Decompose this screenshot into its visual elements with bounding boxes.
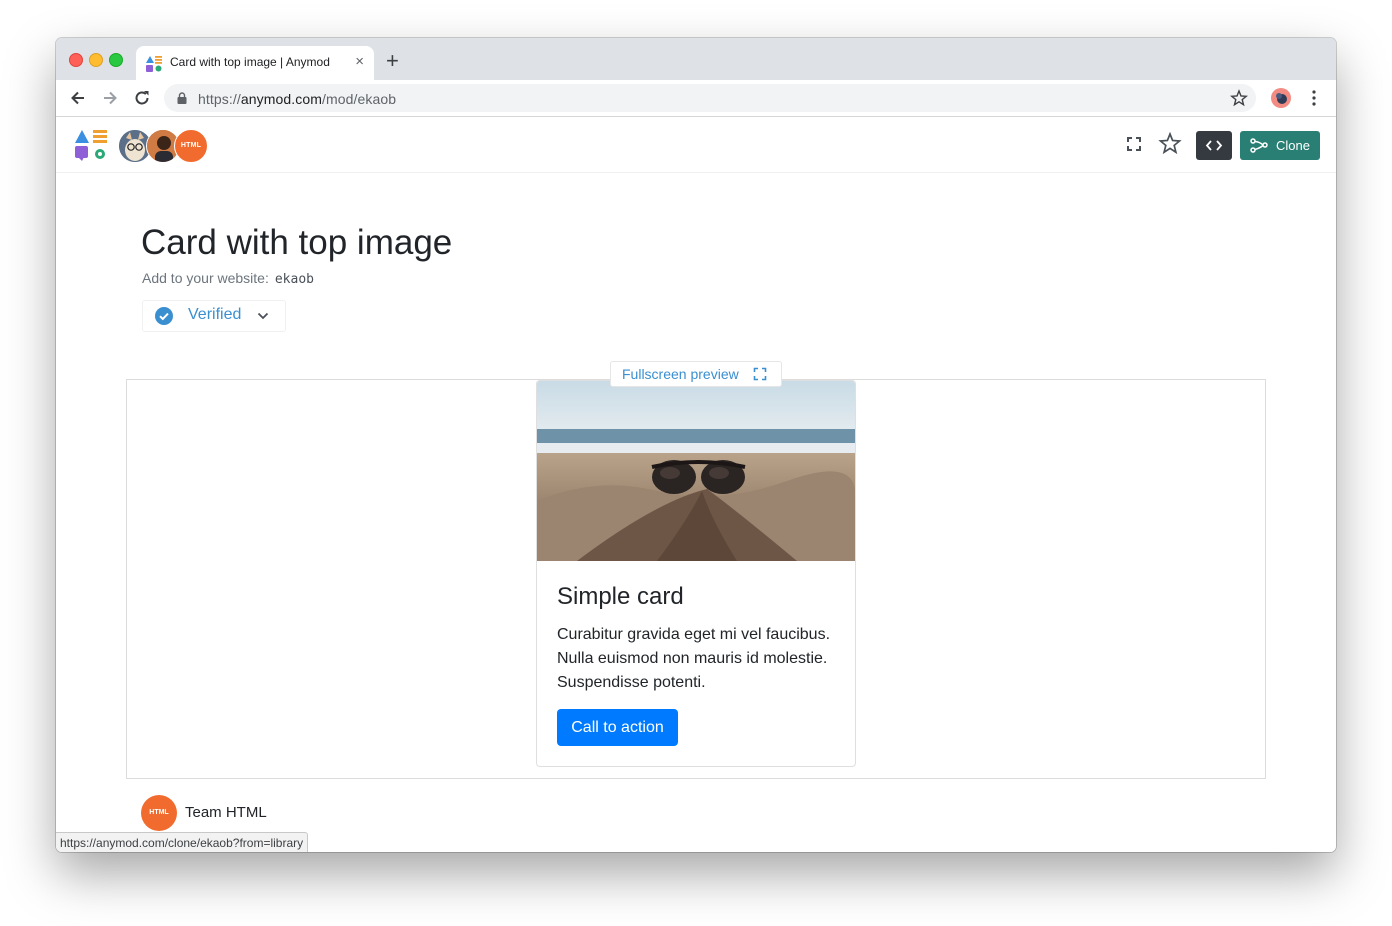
tab-title: Card with top image | Anymod (170, 55, 330, 69)
avatar-html[interactable]: HTML (174, 129, 208, 163)
profile-avatar[interactable] (1271, 88, 1291, 108)
browser-toolbar: https://anymod.com/mod/ekaob (56, 80, 1336, 117)
embed-label: Add to your website: (142, 270, 269, 286)
card-title: Simple card (557, 583, 684, 610)
fullscreen-icon[interactable] (1121, 131, 1147, 157)
close-window-button[interactable] (69, 53, 83, 67)
minimize-window-button[interactable] (89, 53, 103, 67)
simple-card: Simple card Curabitur gravida eget mi ve… (536, 380, 856, 767)
maximize-window-button[interactable] (109, 53, 123, 67)
browser-menu-icon[interactable] (1308, 88, 1320, 108)
clone-icon (1250, 138, 1268, 153)
verified-label: Verified (188, 306, 242, 323)
app-header: HTML Clone (56, 117, 1336, 173)
star-icon[interactable] (1157, 131, 1183, 157)
call-to-action-button[interactable]: Call to action (557, 709, 678, 746)
back-arrow-icon[interactable] (68, 88, 88, 108)
browser-tab[interactable]: Card with top image | Anymod × (136, 46, 374, 80)
bookmark-star-icon[interactable] (1230, 89, 1248, 107)
team-avatar: HTML (141, 795, 177, 831)
verified-dropdown[interactable]: Verified (142, 300, 286, 332)
clone-button[interactable]: Clone (1240, 131, 1320, 160)
new-tab-button[interactable]: + (386, 50, 399, 72)
code-icon (1205, 140, 1223, 151)
verified-check-icon (155, 307, 173, 325)
card-text: Curabitur gravida eget mi vel faucibus. … (557, 626, 831, 691)
contributor-avatars: HTML (118, 129, 212, 163)
chevron-down-icon (257, 312, 269, 320)
status-bar-url: https://anymod.com/clone/ekaob?from=libr… (56, 832, 309, 852)
page-title: Card with top image (141, 223, 453, 262)
page-content: HTML Clone Card with top image Add to yo… (56, 117, 1336, 852)
fullscreen-preview-label: Fullscreen preview (622, 366, 739, 382)
expand-icon (753, 367, 767, 381)
browser-window: Card with top image | Anymod × + https:/… (56, 38, 1336, 852)
anymod-logo-icon[interactable] (74, 129, 108, 161)
team-name: Team HTML (185, 804, 267, 821)
tab-close-icon[interactable]: × (355, 53, 364, 71)
reload-icon[interactable] (132, 88, 152, 108)
code-button[interactable] (1196, 131, 1232, 160)
beach-sunglasses-image (537, 381, 855, 561)
profile-icon (1276, 93, 1287, 104)
clone-label: Clone (1276, 138, 1310, 153)
address-bar[interactable]: https://anymod.com/mod/ekaob (164, 84, 1256, 112)
fullscreen-preview-button[interactable]: Fullscreen preview (610, 361, 782, 387)
embed-code[interactable]: ekaob (275, 272, 314, 287)
embed-line: Add to your website: ekaob (142, 270, 314, 287)
tab-strip: Card with top image | Anymod × + (56, 38, 1336, 80)
forward-arrow-icon[interactable] (100, 88, 120, 108)
url-text: https://anymod.com/mod/ekaob (198, 91, 397, 107)
lock-icon (177, 92, 187, 104)
anymod-favicon-icon (146, 56, 162, 72)
